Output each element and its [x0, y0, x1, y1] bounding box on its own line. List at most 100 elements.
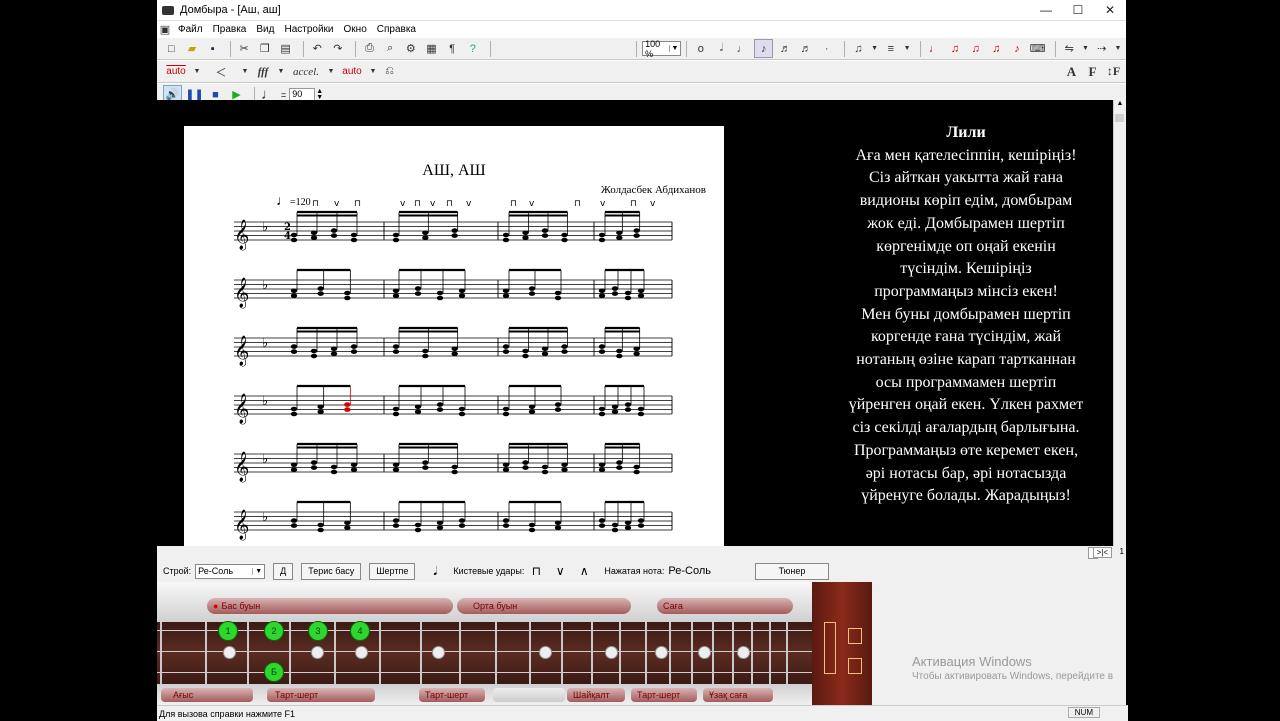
- tuplet-icon[interactable]: ♫: [850, 40, 867, 57]
- tuning-peg[interactable]: [848, 628, 862, 644]
- vertical-scrollbar[interactable]: ▲: [1113, 100, 1126, 546]
- menu-window[interactable]: Окно: [339, 24, 372, 35]
- fret-position-dot[interactable]: [432, 646, 445, 659]
- scroll-up-icon[interactable]: ▲: [1114, 100, 1126, 107]
- undo-icon[interactable]: ↶: [309, 40, 326, 57]
- auto-tuplet-button[interactable]: auto: [339, 63, 365, 80]
- fret-position-dot[interactable]: [223, 646, 236, 659]
- tuning-peg[interactable]: [848, 658, 862, 674]
- scroll-thumb[interactable]: [1115, 114, 1124, 122]
- fret-position-dot[interactable]: [355, 646, 368, 659]
- saga-pill[interactable]: Саға: [657, 598, 793, 614]
- fret-position-dot[interactable]: [737, 646, 750, 659]
- tuning-select[interactable]: Ре-Соль ▼: [195, 563, 266, 579]
- horizontal-scrollbar[interactable]: >|< 1: [157, 546, 1126, 560]
- bas-buyn-pill[interactable]: ● Бас буын: [207, 598, 453, 614]
- stroke-icon[interactable]: ⇢: [1093, 40, 1110, 57]
- save-icon[interactable]: ▪: [204, 40, 221, 57]
- agys-pill[interactable]: Ағыс: [161, 688, 253, 702]
- eighth-note-icon[interactable]: ♪: [754, 39, 774, 58]
- maximize-button[interactable]: ☐: [1062, 3, 1094, 17]
- minimize-button[interactable]: —: [1030, 3, 1062, 17]
- cut-icon[interactable]: ✂: [236, 40, 253, 57]
- stroke-note-icon[interactable]: 𝅘𝅥: [429, 564, 441, 579]
- tuner-button[interactable]: Тюнер: [754, 562, 829, 580]
- uzak-saga-pill[interactable]: Ұзақ саға: [703, 688, 773, 702]
- tempo-spinner[interactable]: ▲ ▼: [316, 88, 323, 101]
- downstroke-icon[interactable]: ⊓: [530, 564, 542, 579]
- half-note-icon[interactable]: 𝅗𝅥: [713, 40, 730, 57]
- teris-basu-button[interactable]: Терис басу: [301, 562, 362, 580]
- chevron-down-icon[interactable]: ▼: [1114, 40, 1122, 57]
- sixteenth-note-icon[interactable]: ♬: [777, 40, 794, 57]
- finger-3-marker[interactable]: 3: [308, 621, 328, 641]
- fret-position-dot[interactable]: [655, 646, 668, 659]
- crescendo-icon[interactable]: ＜: [205, 63, 237, 80]
- pilcrow-icon[interactable]: ¶: [444, 40, 461, 57]
- finger-4-marker[interactable]: 4: [350, 621, 370, 641]
- help-icon[interactable]: ?: [464, 40, 481, 57]
- fret-position-dot[interactable]: [698, 646, 711, 659]
- note-red-icon-3[interactable]: ♫: [988, 40, 1005, 57]
- d-button[interactable]: Д: [273, 562, 294, 580]
- chevron-down-icon[interactable]: ▼: [871, 40, 879, 57]
- blank-pill[interactable]: [493, 688, 565, 702]
- font-size-button[interactable]: ↕F: [1105, 63, 1122, 80]
- tart-shert-pill-3[interactable]: Тарт-шерт: [631, 688, 697, 702]
- tart-shert-pill-2[interactable]: Тарт-шерт: [419, 688, 485, 702]
- tuning-peg[interactable]: [824, 622, 836, 674]
- redo-icon[interactable]: ↷: [330, 40, 347, 57]
- copy-icon[interactable]: ❐: [257, 40, 274, 57]
- open-folder-icon[interactable]: ▰: [184, 40, 201, 57]
- print-preview-icon[interactable]: ⌕: [382, 40, 399, 57]
- fret-position-dot[interactable]: [311, 646, 324, 659]
- note-red-icon[interactable]: ♫: [947, 40, 964, 57]
- whole-note-icon[interactable]: o: [692, 40, 709, 57]
- close-button[interactable]: ✕: [1094, 3, 1126, 17]
- fret-position-dot[interactable]: [539, 646, 552, 659]
- chevron-down-icon[interactable]: ▼: [277, 63, 285, 80]
- fret-position-dot[interactable]: [605, 646, 618, 659]
- chevron-down-icon[interactable]: ▼: [1082, 40, 1090, 57]
- accel-button[interactable]: accel.: [289, 63, 323, 80]
- shaikalt-pill[interactable]: Шайқалт: [567, 688, 625, 702]
- chevron-down-icon[interactable]: ▼: [903, 40, 911, 57]
- menu-file[interactable]: Файл: [173, 24, 208, 35]
- orta-buyn-pill[interactable]: Орта буын: [457, 598, 631, 614]
- font-f-button[interactable]: F: [1084, 63, 1101, 80]
- caret-stroke-icon[interactable]: ∧: [578, 564, 590, 579]
- finger-1-marker[interactable]: 1: [218, 621, 238, 641]
- arrows-icon[interactable]: ⇋: [1061, 40, 1078, 57]
- page-setup-icon[interactable]: ⚙: [403, 40, 420, 57]
- new-file-icon[interactable]: □: [163, 40, 180, 57]
- dynamics-button[interactable]: fff: [253, 63, 273, 80]
- auto-note-icon[interactable]: ♩: [926, 40, 943, 57]
- document-icon[interactable]: ▣: [159, 23, 171, 36]
- chevron-down-icon[interactable]: ▼: [369, 63, 377, 80]
- menu-view[interactable]: Вид: [251, 24, 279, 35]
- font-a-button[interactable]: A: [1063, 63, 1080, 80]
- dot-icon[interactable]: ·: [818, 40, 835, 57]
- upstroke-icon[interactable]: ∨: [554, 564, 566, 579]
- menu-help[interactable]: Справка: [372, 24, 421, 35]
- quarter-note-icon[interactable]: ♩: [734, 40, 751, 57]
- grid-icon[interactable]: ▦: [423, 40, 440, 57]
- thirtysecond-note-icon[interactable]: ♬: [798, 40, 815, 57]
- beam-icon[interactable]: ≡: [883, 40, 900, 57]
- note-red-icon-2[interactable]: ♫: [967, 40, 984, 57]
- keyboard-icon[interactable]: ⌨: [1029, 40, 1046, 57]
- finger-2-marker[interactable]: 2: [264, 621, 284, 641]
- chevron-down-icon[interactable]: ▼: [193, 63, 201, 80]
- chevron-down-icon[interactable]: ▼: [327, 63, 335, 80]
- lower-string-marker[interactable]: Б: [264, 662, 284, 682]
- auto-dynamics-button[interactable]: auto: [163, 63, 189, 80]
- print-icon[interactable]: ⎙: [361, 40, 378, 57]
- chevron-down-icon[interactable]: ▼: [241, 63, 249, 80]
- menu-edit[interactable]: Правка: [208, 24, 252, 35]
- repeat-icon[interactable]: ⎌: [381, 63, 398, 80]
- page-nav-button[interactable]: >|<: [1092, 547, 1112, 558]
- paste-icon[interactable]: ▤: [277, 40, 294, 57]
- zoom-select[interactable]: 100 % ▼: [642, 39, 682, 59]
- tart-shert-pill-1[interactable]: Тарт-шерт: [267, 688, 375, 702]
- shertpe-button[interactable]: Шертпе: [369, 562, 416, 580]
